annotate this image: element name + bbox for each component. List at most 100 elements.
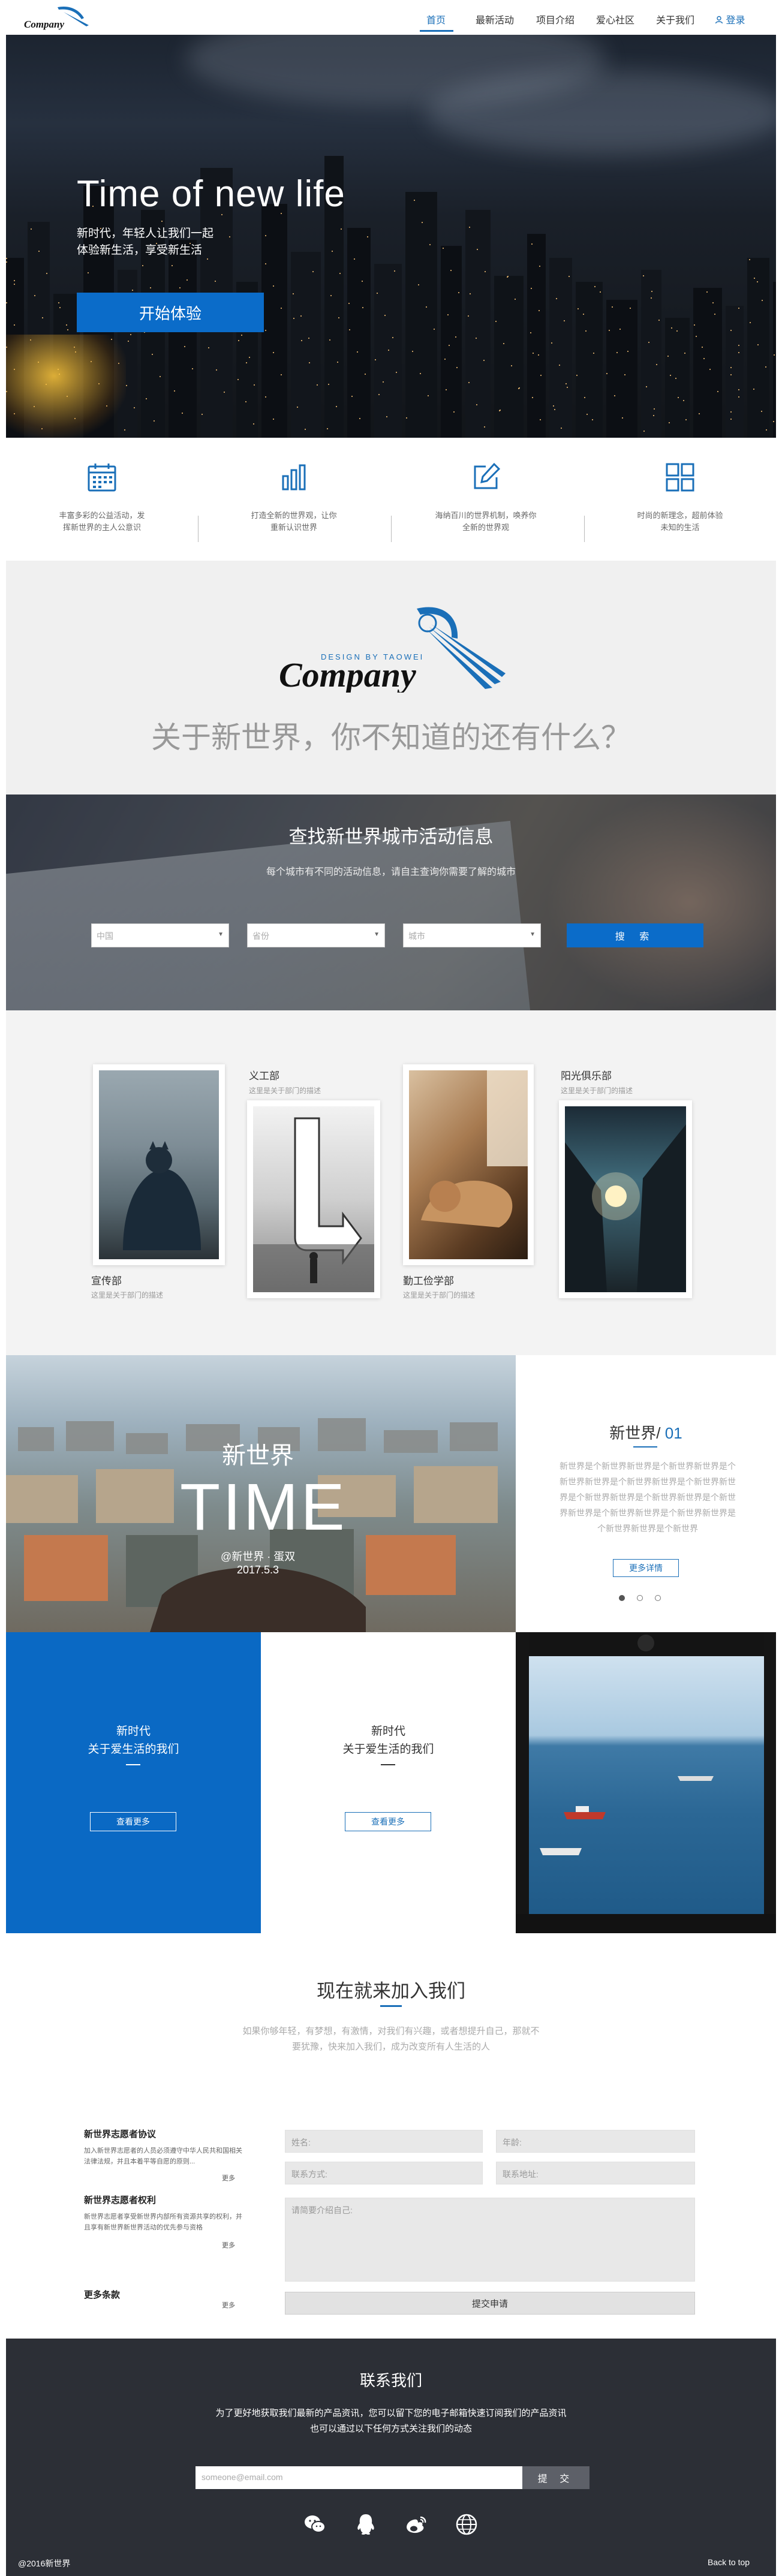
join-title-underline xyxy=(380,2005,402,2007)
building-window-light xyxy=(676,330,678,332)
city-select[interactable]: 城市 ▼ xyxy=(403,923,541,947)
agreement-more-link[interactable]: 更多 xyxy=(222,2240,235,2250)
building-window-light xyxy=(66,324,67,326)
skyline-building xyxy=(747,258,769,438)
nav-about-us[interactable]: 关于我们 xyxy=(656,12,694,26)
building-window-light xyxy=(730,411,732,413)
building-window-light xyxy=(630,308,631,309)
phone-field[interactable]: 联系方式: xyxy=(285,2162,483,2184)
skyline-building xyxy=(726,306,744,438)
carousel-dot[interactable] xyxy=(655,1595,661,1601)
login-link[interactable]: 登录 xyxy=(715,12,745,26)
edit-icon xyxy=(474,462,501,489)
building-window-light xyxy=(667,356,669,357)
qq-icon[interactable] xyxy=(354,2512,378,2536)
agreement-more-link[interactable]: 更多 xyxy=(222,2173,235,2183)
feature-text-line2: 未知的生活 xyxy=(660,523,700,532)
building-window-light xyxy=(339,273,341,274)
country-select[interactable]: 中国 ▼ xyxy=(91,923,229,947)
nav-love-community[interactable]: 爱心社区 xyxy=(596,12,634,26)
submit-application-button[interactable]: 提交申请 xyxy=(285,2292,695,2315)
age-field[interactable]: 年龄: xyxy=(496,2130,695,2153)
card-title: 宣传部 xyxy=(91,1275,122,1287)
building-window-light xyxy=(246,362,247,363)
building-window-light xyxy=(418,284,419,285)
email-input[interactable]: someone@email.com xyxy=(196,2466,522,2489)
building-window-light xyxy=(329,339,330,341)
building-window-light xyxy=(434,329,435,330)
building-window-light xyxy=(130,334,131,335)
wechat-icon[interactable] xyxy=(303,2512,327,2536)
building-window-light xyxy=(14,324,15,326)
carousel-dot[interactable] xyxy=(637,1595,643,1601)
skyline-building xyxy=(576,282,603,438)
about-section: DESIGN BY TAOWEI Company 关于新世界，你不知道的还有什么… xyxy=(6,561,776,795)
building-window-light xyxy=(670,375,671,376)
self-intro-textarea[interactable]: 请简要介绍自己: xyxy=(285,2198,695,2282)
department-card-sunshine-club[interactable] xyxy=(559,1100,692,1298)
panel-dash xyxy=(126,1764,140,1765)
panel-line1: 新时代 xyxy=(371,1725,405,1738)
white-info-panel: 新时代 关于爱生活的我们 查看更多 xyxy=(261,1632,516,1933)
department-card-publicity[interactable] xyxy=(93,1064,225,1265)
building-window-light xyxy=(654,408,655,410)
building-window-light xyxy=(392,337,393,338)
nav-latest-activities[interactable]: 最新活动 xyxy=(476,12,514,26)
building-window-light xyxy=(684,353,685,354)
building-window-light xyxy=(730,367,732,368)
building-window-light xyxy=(134,407,135,408)
building-window-light xyxy=(651,291,652,292)
skyline-building xyxy=(169,240,197,438)
building-window-light xyxy=(709,369,711,370)
slide-heading: 新世界/ 01 xyxy=(516,1421,776,1443)
slide-overlay-title: 新世界 xyxy=(222,1443,294,1469)
building-window-light xyxy=(651,297,652,299)
building-window-light xyxy=(738,345,739,346)
building-window-light xyxy=(229,236,230,237)
building-window-light xyxy=(606,373,607,374)
building-window-light xyxy=(600,291,601,293)
name-field[interactable]: 姓名: xyxy=(285,2130,483,2153)
start-experience-button[interactable]: 开始体验 xyxy=(77,293,264,332)
weibo-icon[interactable] xyxy=(404,2512,428,2536)
back-to-top-link[interactable]: Back to top xyxy=(708,2557,750,2567)
building-window-light xyxy=(187,279,188,281)
building-window-light xyxy=(614,395,615,396)
building-window-light xyxy=(375,359,376,360)
building-window-light xyxy=(646,386,647,387)
building-window-light xyxy=(160,376,161,377)
view-more-button[interactable]: 查看更多 xyxy=(90,1812,176,1831)
building-window-light xyxy=(317,384,318,386)
hero-subtitle-line2: 体验新生活，享受新生活 xyxy=(77,244,203,257)
building-window-light xyxy=(301,340,302,341)
agreement-more-link[interactable]: 更多 xyxy=(222,2300,235,2310)
building-window-light xyxy=(702,347,703,348)
building-window-light xyxy=(443,248,444,249)
country-select-value: 中国 xyxy=(97,931,113,941)
building-window-light xyxy=(456,367,458,368)
email-submit-button[interactable]: 提 交 xyxy=(522,2466,589,2489)
building-window-light xyxy=(300,315,302,317)
company-logo[interactable]: Company xyxy=(22,4,94,31)
building-window-light xyxy=(533,353,534,354)
building-window-light xyxy=(622,417,623,419)
globe-icon[interactable] xyxy=(455,2512,479,2536)
nav-project-intro[interactable]: 项目介绍 xyxy=(536,12,575,26)
nav-home[interactable]: 首页 xyxy=(426,12,446,26)
carousel-dot-active[interactable] xyxy=(619,1595,625,1601)
building-window-light xyxy=(762,300,763,301)
feature-text-line2: 挥新世界的主人公意识 xyxy=(62,523,141,532)
department-card-work-study[interactable] xyxy=(403,1064,534,1265)
more-details-button[interactable]: 更多详情 xyxy=(613,1559,679,1577)
address-field[interactable]: 联系地址: xyxy=(496,2162,695,2184)
building-window-light xyxy=(161,221,163,222)
building-window-light xyxy=(273,285,274,287)
department-card-volunteer[interactable] xyxy=(247,1100,380,1298)
province-select[interactable]: 省份 ▼ xyxy=(247,923,385,947)
building-window-light xyxy=(6,302,7,303)
view-more-button[interactable]: 查看更多 xyxy=(345,1812,431,1831)
building-window-light xyxy=(312,271,314,272)
company-big-logo: DESIGN BY TAOWEI Company xyxy=(279,607,506,693)
card-title: 勤工俭学部 xyxy=(403,1275,454,1287)
search-button[interactable]: 搜 索 xyxy=(567,923,703,947)
